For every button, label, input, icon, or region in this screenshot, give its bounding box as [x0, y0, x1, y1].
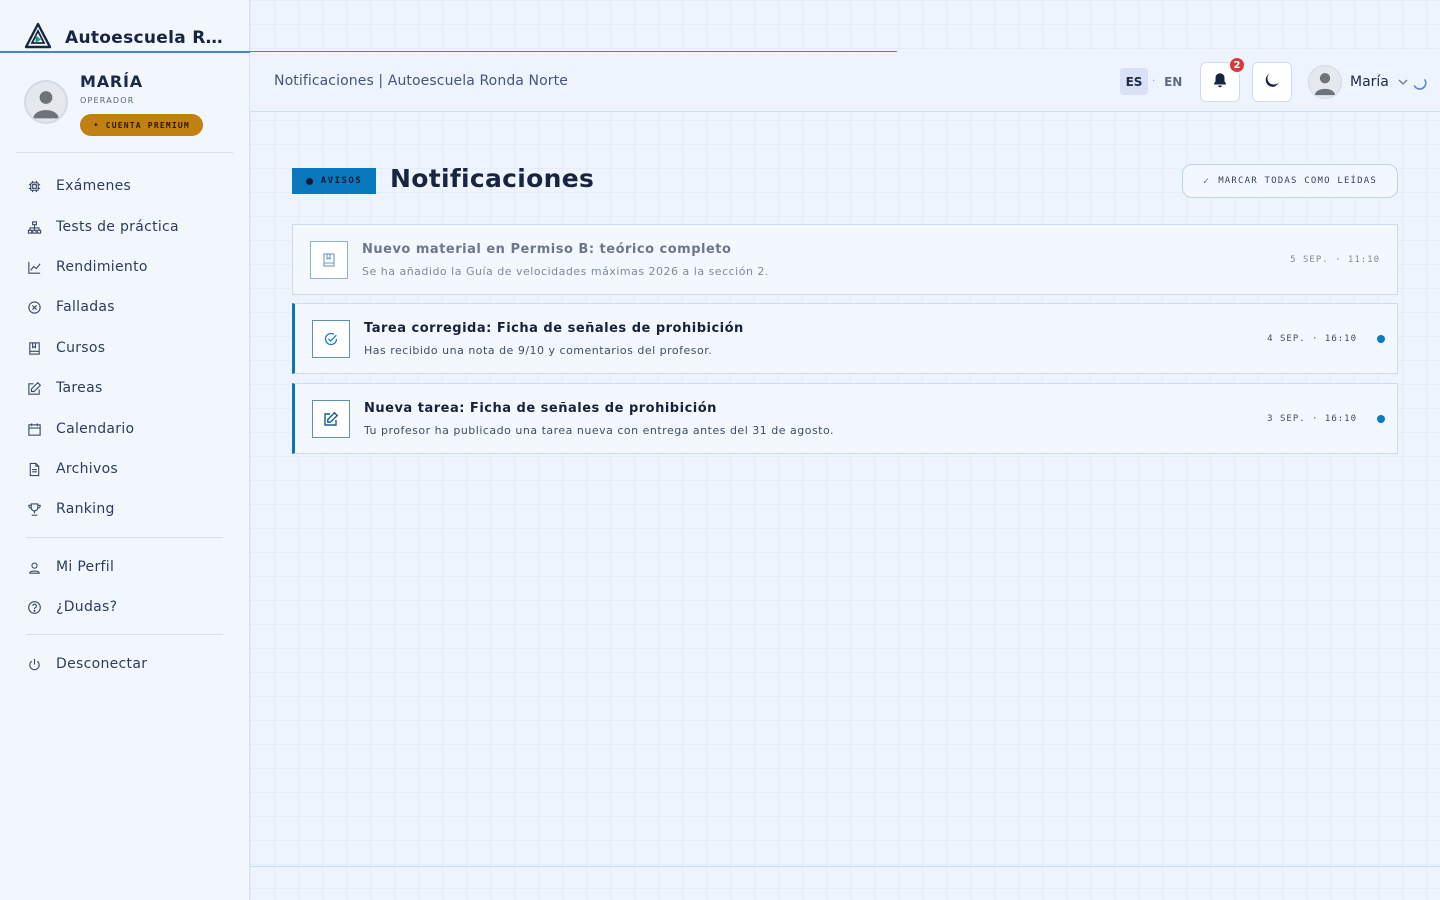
notification-description: Tu profesor ha publicado una tarea nueva…	[364, 424, 835, 437]
sidebar-item-mi-perfil[interactable]: Mi Perfil	[26, 555, 226, 579]
language-switcher: ES · EN	[1120, 68, 1187, 95]
sidebar-item-label: Falladas	[56, 299, 115, 315]
sidebar-item-desconectar[interactable]: Desconectar	[26, 652, 226, 676]
sidebar-item-label: Tests de práctica	[56, 219, 179, 235]
sidebar-item-label: Cursos	[56, 340, 106, 356]
footer-divider	[250, 866, 1440, 867]
sidebar-item-label: Tareas	[56, 380, 103, 396]
power-icon	[26, 656, 42, 672]
section-tag: AVISOS	[292, 168, 376, 194]
user-menu-name: María	[1350, 74, 1389, 90]
unread-indicator	[1377, 335, 1385, 343]
sidebar-item-archivos[interactable]: Archivos	[26, 457, 226, 481]
notification-item[interactable]: Nueva tarea: Ficha de señales de prohibi…	[292, 383, 1398, 454]
notification-count-badge: 2	[1228, 56, 1246, 74]
notification-title: Nueva tarea: Ficha de señales de prohibi…	[364, 401, 717, 416]
user-menu[interactable]: María	[1308, 64, 1427, 100]
check-circle-icon	[312, 320, 350, 358]
notification-item[interactable]: Tarea corregida: Ficha de señales de pro…	[292, 303, 1398, 374]
premium-badge: ✦ CUENTA PREMIUM	[80, 114, 203, 136]
sidebar-item-label: Exámenes	[56, 178, 132, 194]
user-icon	[26, 559, 42, 575]
chart-line-icon	[26, 259, 42, 275]
logo-icon	[24, 22, 52, 54]
breadcrumb: Notificaciones | Autoescuela Ronda Norte	[274, 73, 568, 89]
notification-time: 5 SEP. · 11:10	[1290, 255, 1380, 265]
sidebar-item-ranking[interactable]: Ranking	[26, 497, 226, 521]
loading-spinner-icon	[1413, 79, 1427, 90]
sidebar-item-label: Desconectar	[56, 656, 148, 672]
unread-indicator	[1377, 415, 1385, 423]
sidebar-item-label: Ranking	[56, 501, 115, 517]
edit-icon	[312, 400, 350, 438]
sparkle-icon: ✦	[93, 120, 100, 130]
section-tag-label: AVISOS	[320, 176, 363, 186]
premium-badge-label: CUENTA PREMIUM	[105, 120, 190, 130]
notification-item[interactable]: Nuevo material en Permiso B: teórico com…	[292, 224, 1398, 295]
notification-description: Has recibido una nota de 9/10 y comentar…	[364, 344, 713, 357]
divider	[16, 152, 233, 153]
notification-time: 4 SEP. · 16:10	[1267, 334, 1357, 344]
top-bar: Notificaciones | Autoescuela Ronda Norte…	[250, 52, 1440, 112]
sidebar-item-tareas[interactable]: Tareas	[26, 376, 226, 400]
user-name: MARÍA	[80, 72, 143, 91]
file-icon	[26, 461, 42, 477]
sidebar-item-label: Calendario	[56, 421, 135, 437]
sidebar: Autoescuela Ronda Norte MARÍA OPERADOR ✦…	[0, 0, 250, 900]
divider	[26, 537, 223, 538]
notification-description: Se ha añadido la Guía de velocidades máx…	[362, 265, 769, 278]
sidebar-item-cursos[interactable]: Cursos	[26, 336, 226, 360]
x-circle-icon	[26, 299, 42, 315]
book-icon	[310, 241, 348, 279]
sidebar-item-label: Rendimiento	[56, 259, 148, 275]
lang-separator: ·	[1152, 76, 1156, 87]
page-title: Notificaciones	[390, 164, 595, 193]
chip-icon	[26, 178, 42, 194]
sidebar-item-falladas[interactable]: Falladas	[26, 295, 226, 319]
notification-title: Tarea corregida: Ficha de señales de pro…	[364, 321, 744, 336]
help-icon	[26, 599, 42, 615]
trophy-icon	[26, 501, 42, 517]
bell-icon	[1211, 71, 1229, 93]
brand[interactable]: Autoescuela Ronda Norte	[24, 22, 225, 54]
moon-icon	[1263, 71, 1281, 93]
sidebar-item-examenes[interactable]: Exámenes	[26, 174, 226, 198]
sidebar-item-dudas[interactable]: ¿Dudas?	[26, 595, 226, 619]
calendar-icon	[26, 421, 42, 437]
book-icon	[26, 340, 42, 356]
lang-es-button[interactable]: ES	[1120, 68, 1148, 95]
sidebar-item-rendimiento[interactable]: Rendimiento	[26, 255, 226, 279]
check-icon: ✓	[1202, 175, 1211, 187]
notifications-button[interactable]: 2	[1200, 56, 1246, 102]
avatar	[24, 80, 68, 124]
user-role: OPERADOR	[80, 96, 135, 105]
sidebar-item-label: Archivos	[56, 461, 119, 477]
sidebar-item-label: Mi Perfil	[56, 559, 115, 575]
divider	[26, 634, 223, 635]
dot-icon	[305, 177, 313, 185]
hierarchy-icon	[26, 219, 42, 235]
brand-name: Autoescuela Ronda Norte	[65, 28, 225, 48]
lang-en-button[interactable]: EN	[1159, 68, 1187, 95]
mark-all-read-label: MARCAR TODAS COMO LEÍDAS	[1218, 176, 1378, 186]
mark-all-read-button[interactable]: ✓ MARCAR TODAS COMO LEÍDAS	[1182, 164, 1398, 198]
user-block: MARÍA OPERADOR ✦ CUENTA PREMIUM	[24, 70, 234, 140]
sidebar-item-tests[interactable]: Tests de práctica	[26, 215, 226, 239]
sidebar-item-calendario[interactable]: Calendario	[26, 417, 226, 441]
notification-time: 3 SEP. · 16:10	[1267, 414, 1357, 424]
edit-icon	[26, 380, 42, 396]
notification-title: Nuevo material en Permiso B: teórico com…	[362, 242, 732, 257]
avatar	[1308, 65, 1342, 99]
chevron-down-icon	[1398, 79, 1408, 85]
sidebar-item-label: ¿Dudas?	[56, 599, 118, 615]
theme-toggle-button[interactable]	[1252, 62, 1292, 102]
